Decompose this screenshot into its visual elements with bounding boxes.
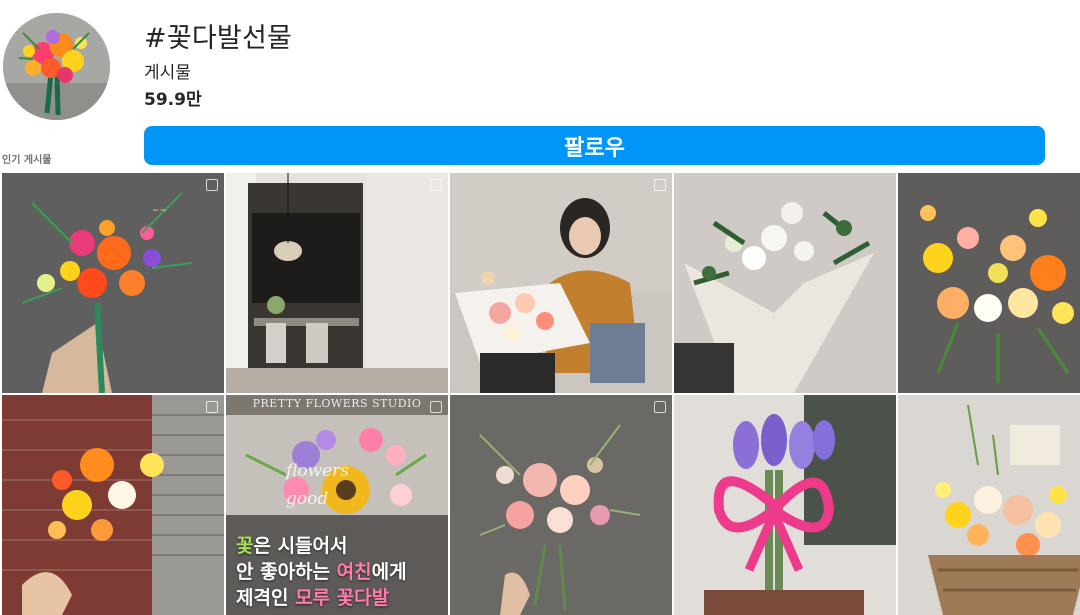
posts-count: 59.9만: [144, 90, 202, 110]
follow-button[interactable]: 팔로우: [144, 126, 1045, 165]
post-image: [450, 173, 672, 393]
overlay-line2-highlight: 여친: [336, 561, 372, 583]
svg-text:~~: ~~: [152, 206, 167, 216]
carousel-icon: [654, 179, 666, 191]
post-white-green-bouquet[interactable]: [674, 173, 896, 393]
top-posts-label: 인기 게시물: [2, 155, 52, 166]
overlay-line2-text-a: 안 좋아하는: [236, 561, 337, 583]
overlay-line2-text-c: 에게: [371, 561, 407, 583]
post-image: [2, 395, 224, 615]
post-image: [226, 173, 448, 393]
post-image: [898, 395, 1080, 615]
overlay-line-3: 제격인 모루 꽃다발: [236, 585, 446, 611]
carousel-icon: [430, 401, 442, 413]
post-pink-rose-bouquet[interactable]: [450, 395, 672, 615]
post-image: [674, 395, 896, 615]
carousel-icon: [206, 179, 218, 191]
carousel-icon: [430, 179, 442, 191]
carousel-icon: [206, 401, 218, 413]
overlay-line3-highlight: 모루 꽃다발: [295, 587, 390, 609]
overlay-line-1: 꽃은 시들어서: [236, 533, 446, 559]
post-woman-with-bouquet[interactable]: [450, 173, 672, 393]
script-line-2: good: [286, 489, 329, 509]
post-interior-room[interactable]: [226, 173, 448, 393]
carousel-icon: [654, 401, 666, 413]
post-brick-wall-bouquet[interactable]: [2, 395, 224, 615]
hashtag-header: #꽃다발선물 게시물 59.9만 팔로우 인기 게시물: [0, 0, 1080, 172]
overlay-line-2: 안 좋아하는 여친에게: [236, 559, 446, 585]
script-line-1: flowers: [286, 461, 350, 481]
post-basket-arrangement[interactable]: [898, 395, 1080, 615]
post-image: [674, 173, 896, 393]
avatar-bouquet-image: [3, 13, 110, 120]
overlay-line1-highlight: 꽃: [236, 535, 254, 557]
post-image: [898, 173, 1080, 393]
post-magazine-sunflower[interactable]: PRETTY FLOWERS STUDIO flowers good 꽃은 시들…: [226, 395, 448, 615]
hashtag-avatar: [3, 13, 110, 120]
magazine-header-text: PRETTY FLOWERS STUDIO: [252, 397, 422, 410]
post-caption-overlay: 꽃은 시들어서 안 좋아하는 여친에게 제격인 모루 꽃다발: [236, 533, 446, 611]
post-yellow-ranunculus-bouquet[interactable]: [898, 173, 1080, 393]
magazine-script-text: flowers good: [286, 457, 349, 513]
overlay-line1-text: 은 시들어서: [253, 535, 348, 557]
posts-grid: ~~ PRETTY FLOWERS STUDIO flowers good 꽃은…: [0, 173, 1080, 615]
post-bouquet-orange-gerbera[interactable]: ~~: [2, 173, 224, 393]
post-image: [450, 395, 672, 615]
post-image: ~~: [2, 173, 224, 393]
post-balloon-tulips[interactable]: [674, 395, 896, 615]
overlay-line3-text: 제격인: [236, 587, 296, 609]
posts-label: 게시물: [144, 63, 191, 83]
hashtag-page: #꽃다발선물 게시물 59.9만 팔로우 인기 게시물 ~~ PRETTY FL…: [0, 0, 1080, 615]
hashtag-title: #꽃다발선물: [144, 23, 293, 54]
